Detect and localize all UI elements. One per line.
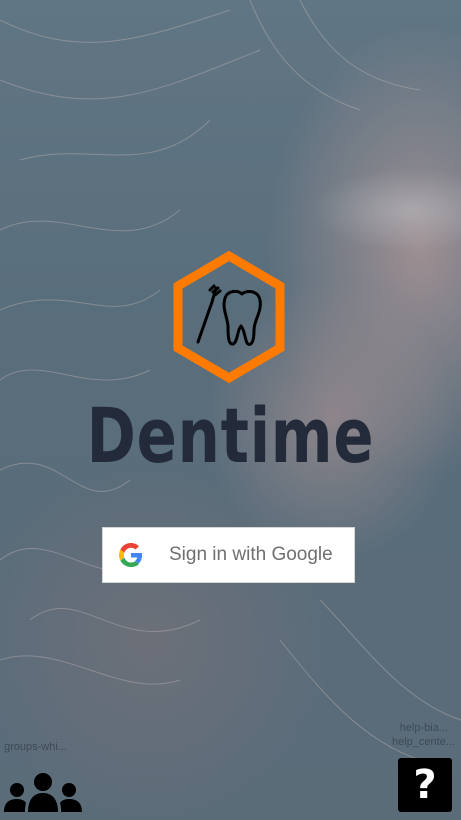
groups-icon[interactable] bbox=[4, 772, 82, 812]
help-caption-line1: help-bia... bbox=[399, 722, 448, 734]
help-caption-line2: help_cente... bbox=[392, 736, 455, 748]
question-mark-icon: ? bbox=[413, 762, 437, 808]
groups-caption: groups-whi... bbox=[4, 741, 67, 753]
google-g-icon bbox=[119, 543, 143, 567]
app-title: Dentime bbox=[86, 391, 375, 480]
google-sign-in-button[interactable]: Sign in with Google bbox=[102, 527, 355, 583]
help-center-button[interactable]: ? bbox=[398, 758, 452, 812]
google-sign-in-label: Sign in with Google bbox=[169, 544, 333, 565]
app-logo-icon bbox=[173, 250, 285, 384]
